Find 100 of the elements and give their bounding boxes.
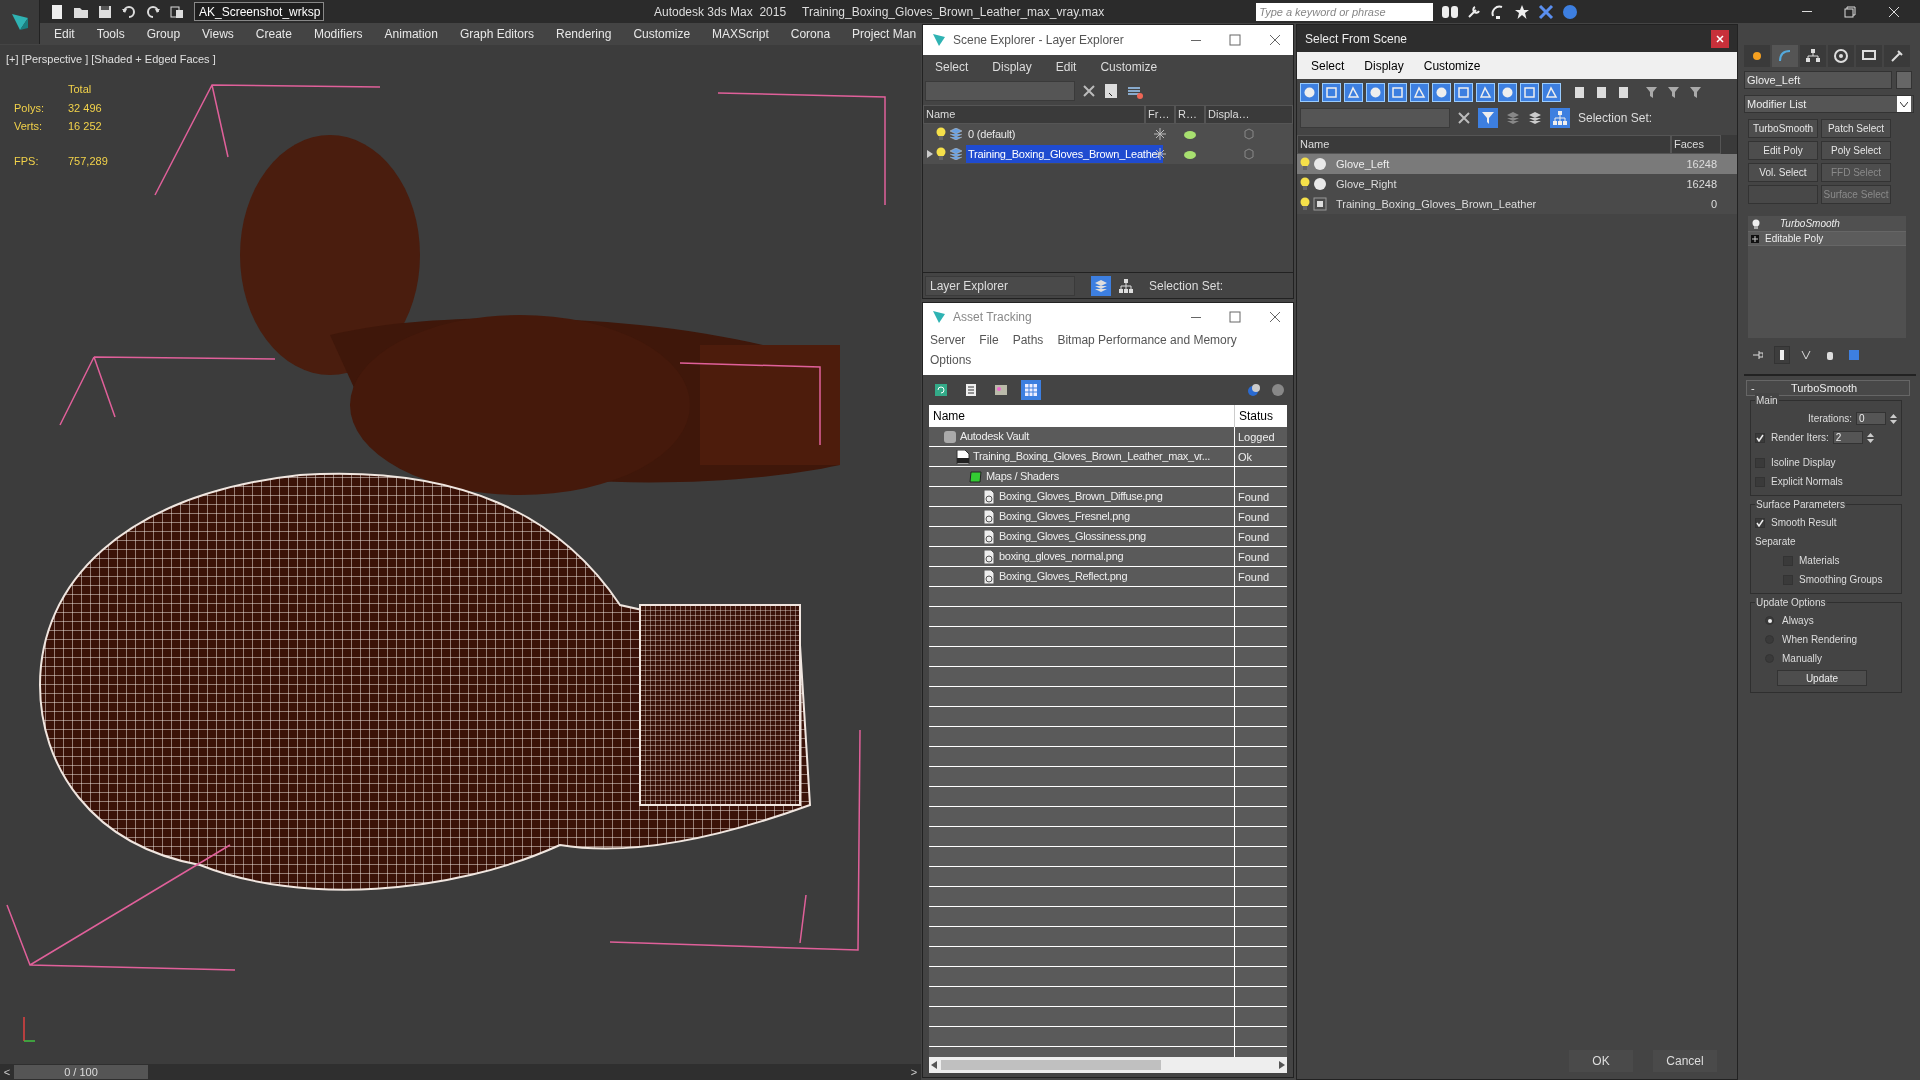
menu-item[interactable]: Views <box>202 25 234 43</box>
stats-header: Total <box>68 82 93 97</box>
asset-name[interactable]: boxing_gloves_normal.png <box>999 548 1124 565</box>
asset-name[interactable]: Boxing_Gloves_Brown_Diffuse.png <box>999 488 1163 505</box>
menu-item[interactable]: Display <box>1364 56 1404 75</box>
spinner-label: Render Iters: <box>1771 431 1829 445</box>
stat-label: Verts: <box>14 119 44 134</box>
section-label: Separate <box>1755 535 1797 549</box>
stack-item[interactable]: Editable Poly <box>1748 231 1906 246</box>
column-header[interactable]: Name <box>1297 135 1671 154</box>
column-header[interactable]: Status <box>1235 405 1287 427</box>
menu-item[interactable]: Create <box>255 25 292 43</box>
menu-item[interactable]: Options <box>930 351 972 369</box>
group-label: Update Options <box>1755 595 1827 610</box>
viewport-label[interactable]: [+] [Perspective ] [Shaded + Edged Faces ] <box>6 51 216 68</box>
menu-item[interactable]: Project Man <box>852 25 917 43</box>
menu-item[interactable]: MAXScript <box>712 25 769 43</box>
asset-status: Logged <box>1238 430 1275 443</box>
column-header[interactable]: R… <box>1175 105 1205 124</box>
modifier-button[interactable]: TurboSmooth <box>1748 119 1818 138</box>
previous-frame-button[interactable]: < <box>0 1063 14 1080</box>
asset-status: Ok <box>1238 450 1253 463</box>
asset-name[interactable]: Autodesk Vault <box>960 428 1029 445</box>
menu-item[interactable]: Select <box>935 58 969 76</box>
asset-name[interactable]: Maps / Shaders <box>986 468 1059 485</box>
number-field[interactable]: 2 <box>1832 431 1863 444</box>
asset-status: Found <box>1238 550 1270 563</box>
menu-item[interactable]: Edit <box>54 25 75 43</box>
asset-status: Found <box>1238 490 1270 503</box>
dialog-button[interactable]: OK <box>1569 1050 1633 1072</box>
time-slider-thumb[interactable]: 0 / 100 <box>14 1065 148 1079</box>
file-name: Training_Boxing_Gloves_Brown_Leather_max_vray.max <box>802 3 1105 21</box>
asset-name[interactable]: Boxing_Gloves_Glossiness.png <box>999 528 1146 545</box>
modifier-button[interactable]: Vol. Select <box>1748 163 1818 182</box>
face-count: 16248 <box>1685 156 1718 172</box>
menu-item[interactable]: Group <box>146 25 181 43</box>
dialog-button[interactable]: Cancel <box>1653 1050 1717 1072</box>
menu-item[interactable]: Edit <box>1055 58 1077 76</box>
window-title: Asset Tracking <box>953 309 1032 326</box>
asset-name[interactable]: Training_Boxing_Gloves_Brown_Leather_max_vr... <box>973 448 1211 465</box>
menu-item[interactable]: Graph Editors <box>459 25 534 43</box>
modifier-button[interactable]: Poly Select <box>1821 141 1891 160</box>
rollout-header[interactable]: - TurboSmooth <box>1746 380 1910 396</box>
radio-label: When Rendering <box>1782 633 1858 647</box>
object-row[interactable]: Glove_Right 16248 <box>1297 174 1737 194</box>
object-name: Training_Boxing_Gloves_Brown_Leather <box>1336 196 1537 212</box>
asset-name[interactable]: Boxing_Gloves_Fresnel.png <box>999 508 1130 525</box>
window-title: Scene Explorer - Layer Explorer <box>953 32 1124 49</box>
menu-item[interactable]: Modifiers <box>313 25 363 43</box>
menu-item[interactable]: Corona <box>790 25 831 43</box>
object-row[interactable]: Glove_Left 16248 <box>1297 154 1737 174</box>
menu-item[interactable]: Rendering <box>556 25 612 43</box>
face-count: 0 <box>1709 196 1718 212</box>
stat-label: FPS: <box>14 153 40 169</box>
menu-item[interactable]: Server <box>930 331 966 349</box>
number-field[interactable]: 0 <box>1856 412 1886 425</box>
stat-value: 16 252 <box>68 119 103 134</box>
window-title: Select From Scene <box>1305 30 1408 48</box>
menu-item[interactable]: Customize <box>1423 56 1481 75</box>
checkbox-label: Isoline Display <box>1771 456 1836 470</box>
stat-value: 32 496 <box>68 100 103 116</box>
menu-item[interactable]: Display <box>992 58 1032 76</box>
update-button[interactable]: Update <box>1777 670 1867 686</box>
column-header[interactable]: Fr… <box>1145 105 1175 124</box>
selection-set-label: Selection Set: <box>1578 110 1653 127</box>
radio-label: Always <box>1782 614 1814 628</box>
menu-item[interactable]: Animation <box>384 25 438 43</box>
column-header[interactable]: Name <box>929 405 1235 427</box>
object-name-field[interactable]: Glove_Left <box>1744 71 1892 89</box>
column-header[interactable]: Displa… <box>1205 105 1293 124</box>
menu-item[interactable]: Customize <box>1100 58 1158 76</box>
spinner-label: Iterations: <box>1808 412 1852 426</box>
modifier-list-dropdown[interactable]: Modifier List <box>1744 95 1914 113</box>
object-row[interactable]: Training_Boxing_Gloves_Brown_Leather 0 <box>1297 194 1737 214</box>
checkbox-label: Smoothing Groups <box>1799 573 1883 587</box>
object-name: Glove_Right <box>1336 176 1397 192</box>
layer-name[interactable]: 0 (default) <box>966 125 1018 143</box>
stack-item[interactable]: TurboSmooth <box>1780 216 1840 231</box>
menu-item[interactable]: Tools <box>96 25 125 43</box>
next-frame-button[interactable]: > <box>907 1063 921 1080</box>
asset-name[interactable]: Boxing_Gloves_Reflect.png <box>999 568 1128 585</box>
menu-item[interactable]: Customize <box>633 25 691 43</box>
checkbox-label: Smooth Result <box>1771 516 1837 530</box>
asset-status: Found <box>1238 570 1270 583</box>
object-name: Glove_Left <box>1336 156 1390 172</box>
column-header[interactable]: Name <box>923 105 1145 124</box>
modifier-button[interactable]: Edit Poly <box>1748 141 1818 160</box>
search-field[interactable]: Type a keyword or phrase <box>1256 2 1434 21</box>
modifier-button[interactable]: Patch Select <box>1821 119 1891 138</box>
column-header[interactable]: Faces <box>1671 135 1721 154</box>
face-count: 16248 <box>1685 176 1718 192</box>
menu-item[interactable]: Paths <box>1012 331 1044 349</box>
menu-item[interactable]: File <box>979 331 999 349</box>
menu-item[interactable]: Select <box>1311 56 1345 75</box>
asset-status: Found <box>1238 510 1270 523</box>
menu-item[interactable]: Bitmap Performance and Memory <box>1057 331 1237 349</box>
workspace-dropdown[interactable]: AK_Screenshot_wrksp <box>194 2 324 21</box>
stat-label: Polys: <box>14 100 45 116</box>
asset-status: Found <box>1238 530 1270 543</box>
explorer-type-dropdown[interactable]: Layer Explorer <box>925 275 1075 296</box>
